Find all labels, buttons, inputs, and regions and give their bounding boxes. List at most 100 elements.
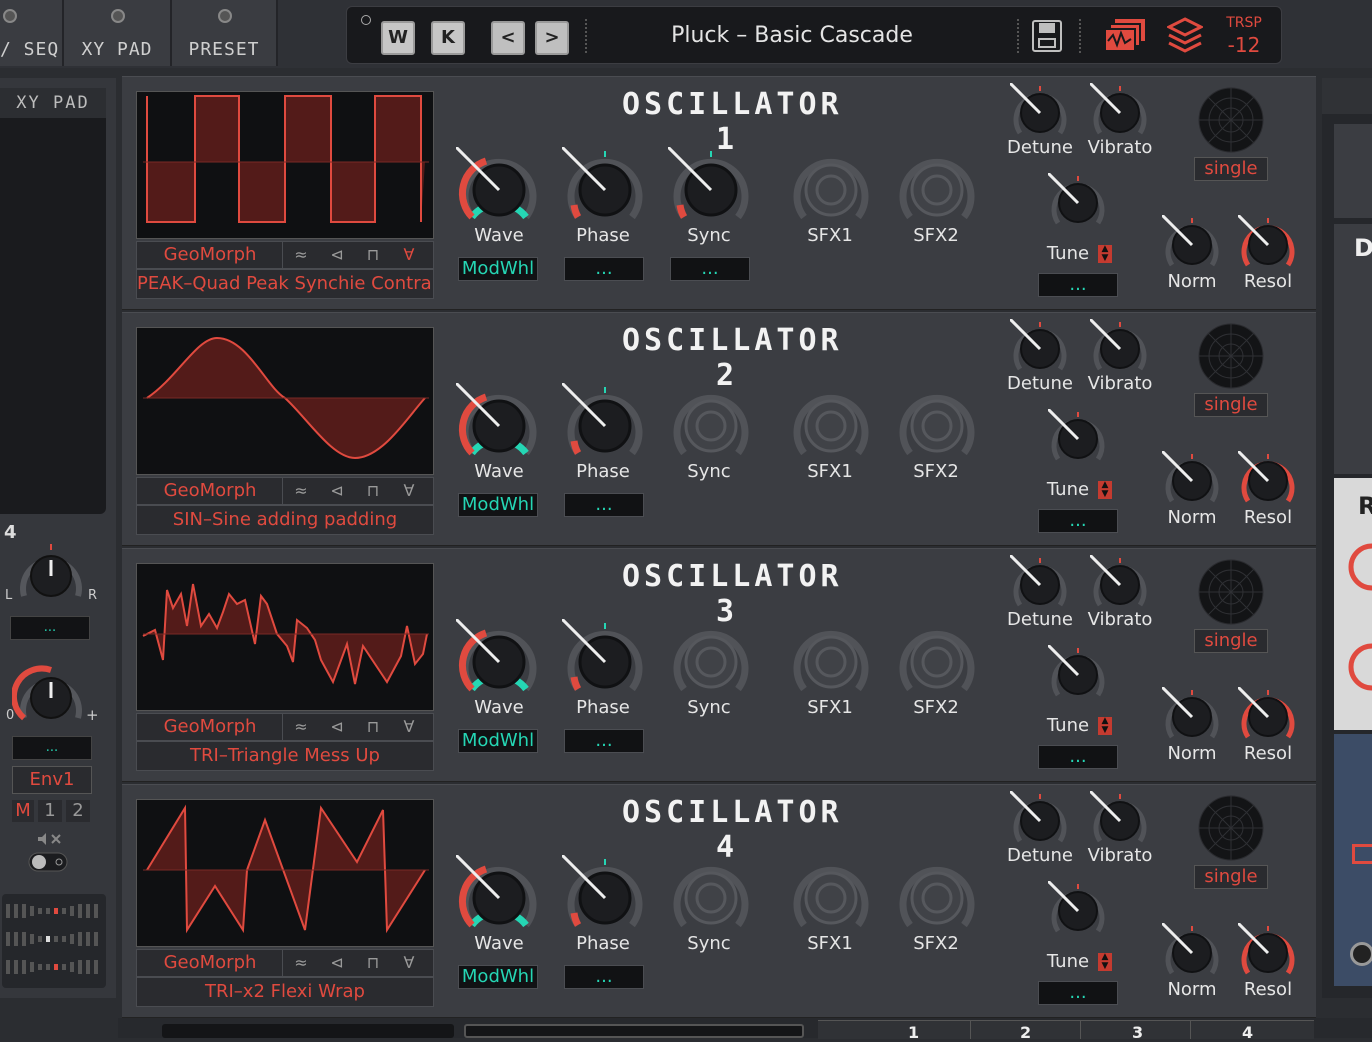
transpose-value[interactable]: -12 [1219, 33, 1269, 57]
detune-knob[interactable] [1010, 319, 1070, 377]
fold-mode-icon[interactable]: ∀ [391, 714, 427, 740]
wave-knob[interactable] [456, 383, 542, 463]
geomorph-select[interactable]: GeoMorph [136, 477, 284, 505]
tune-knob[interactable] [1048, 881, 1108, 939]
fold-mode-icon[interactable]: ∀ [391, 950, 427, 976]
mode-m-button[interactable]: M [12, 800, 34, 822]
mode-2-button[interactable]: 2 [66, 800, 90, 822]
tune-knob[interactable] [1048, 645, 1108, 703]
phase-knob[interactable] [562, 383, 648, 463]
sync-knob[interactable] [668, 619, 754, 699]
detune-knob[interactable] [1010, 83, 1070, 141]
vibrato-knob[interactable] [1090, 791, 1150, 849]
spectral-mode-icon[interactable]: ⊲ [319, 714, 355, 740]
phase-knob[interactable] [562, 147, 648, 227]
sfx1-knob[interactable] [788, 147, 874, 227]
tune-stepper[interactable]: ▲ ▼ [1098, 245, 1112, 263]
wave-mod-box[interactable]: ModWhl [458, 729, 538, 753]
sync-knob[interactable] [668, 855, 754, 935]
bend-mode-icon[interactable]: ⊓ [355, 950, 391, 976]
bottom-tab-2[interactable]: 2 [1020, 1023, 1031, 1042]
xy-pad[interactable] [0, 118, 106, 514]
voice-mode-select[interactable]: single [1194, 393, 1268, 417]
norm-knob[interactable] [1162, 687, 1222, 745]
pan-mod-box[interactable]: ... [10, 616, 90, 640]
resol-knob[interactable] [1238, 687, 1298, 745]
sfx1-knob[interactable] [788, 383, 874, 463]
amount-mod-box[interactable]: ... [12, 736, 92, 760]
voice-mode-select[interactable]: single [1194, 157, 1268, 181]
norm-knob[interactable] [1162, 451, 1222, 509]
layers-icon[interactable] [1167, 15, 1203, 55]
fold-mode-icon[interactable]: ∀ [391, 242, 427, 268]
bend-mode-icon[interactable]: ⊓ [355, 478, 391, 504]
bottom-field-1[interactable] [162, 1024, 454, 1038]
bend-mode-icon[interactable]: ⊓ [355, 714, 391, 740]
bottom-tab-1[interactable]: 1 [908, 1023, 919, 1042]
vibrato-knob[interactable] [1090, 83, 1150, 141]
geomorph-select[interactable]: GeoMorph [136, 949, 284, 977]
pan-knob[interactable] [12, 538, 90, 604]
tune-mod-box[interactable]: ... [1038, 745, 1118, 769]
tune-mod-box[interactable]: ... [1038, 981, 1118, 1005]
sync-mod-box[interactable]: ... [670, 257, 750, 281]
spectral-mode-icon[interactable]: ⊲ [319, 950, 355, 976]
wave-knob[interactable] [456, 619, 542, 699]
resol-knob[interactable] [1238, 451, 1298, 509]
wave-mod-box[interactable]: ModWhl [458, 493, 538, 517]
wave-mod-box[interactable]: ModWhl [458, 257, 538, 281]
norm-knob[interactable] [1162, 923, 1222, 981]
bottom-tab-4[interactable]: 4 [1242, 1023, 1253, 1042]
phase-mod-box[interactable]: ... [564, 257, 644, 281]
bottom-field-2[interactable] [464, 1024, 804, 1038]
tune-knob[interactable] [1048, 409, 1108, 467]
sync-knob[interactable] [668, 383, 754, 463]
wave-knob[interactable] [456, 855, 542, 935]
waveform-display[interactable] [136, 327, 434, 475]
sfx2-knob[interactable] [894, 619, 980, 699]
next-preset-button[interactable]: > [535, 21, 569, 55]
mode-1-button[interactable]: 1 [38, 800, 62, 822]
vibrato-knob[interactable] [1090, 555, 1150, 613]
waveform-display[interactable] [136, 799, 434, 947]
save-icon[interactable] [1031, 19, 1063, 53]
bottom-tab-3[interactable]: 3 [1132, 1023, 1143, 1042]
norm-knob[interactable] [1162, 215, 1222, 273]
env-select[interactable]: Env1 [12, 766, 92, 794]
tune-stepper[interactable]: ▲ ▼ [1098, 717, 1112, 735]
wavetable-name[interactable]: TRI–Triangle Mess Up [136, 741, 434, 771]
preset-name[interactable]: Pluck – Basic Cascade [587, 19, 997, 53]
resol-knob[interactable] [1238, 215, 1298, 273]
detune-knob[interactable] [1010, 791, 1070, 849]
phase-mod-box[interactable]: ... [564, 965, 644, 989]
fold-mode-icon[interactable]: ∀ [391, 478, 427, 504]
wavetable-name[interactable]: SIN–Sine adding padding [136, 505, 434, 535]
voice-mode-select[interactable]: single [1194, 865, 1268, 889]
phase-mod-box[interactable]: ... [564, 493, 644, 517]
sfx1-knob[interactable] [788, 619, 874, 699]
write-button[interactable]: W [381, 21, 415, 55]
morph-mode-icon[interactable]: ≈ [283, 478, 319, 504]
key-button[interactable]: K [431, 21, 465, 55]
oscilloscope-stack-icon[interactable] [1103, 17, 1147, 55]
waveform-display[interactable] [136, 91, 434, 239]
toggle-switch[interactable] [28, 850, 70, 874]
resol-knob[interactable] [1238, 923, 1298, 981]
voice-mode-select[interactable]: single [1194, 629, 1268, 653]
tune-mod-box[interactable]: ... [1038, 509, 1118, 533]
sfx2-knob[interactable] [894, 383, 980, 463]
tune-stepper[interactable]: ▲ ▼ [1098, 953, 1112, 971]
spectral-mode-icon[interactable]: ⊲ [319, 242, 355, 268]
morph-mode-icon[interactable]: ≈ [283, 950, 319, 976]
sfx2-knob[interactable] [894, 855, 980, 935]
geomorph-select[interactable]: GeoMorph [136, 713, 284, 741]
detune-knob[interactable] [1010, 555, 1070, 613]
wavetable-name[interactable]: TRI–x2 Flexi Wrap [136, 977, 434, 1007]
prev-preset-button[interactable]: < [491, 21, 525, 55]
tune-mod-box[interactable]: ... [1038, 273, 1118, 297]
tune-knob[interactable] [1048, 173, 1108, 231]
tab-seq[interactable]: / SEQ [0, 0, 64, 66]
sfx2-knob[interactable] [894, 147, 980, 227]
vibrato-knob[interactable] [1090, 319, 1150, 377]
tune-stepper[interactable]: ▲ ▼ [1098, 481, 1112, 499]
